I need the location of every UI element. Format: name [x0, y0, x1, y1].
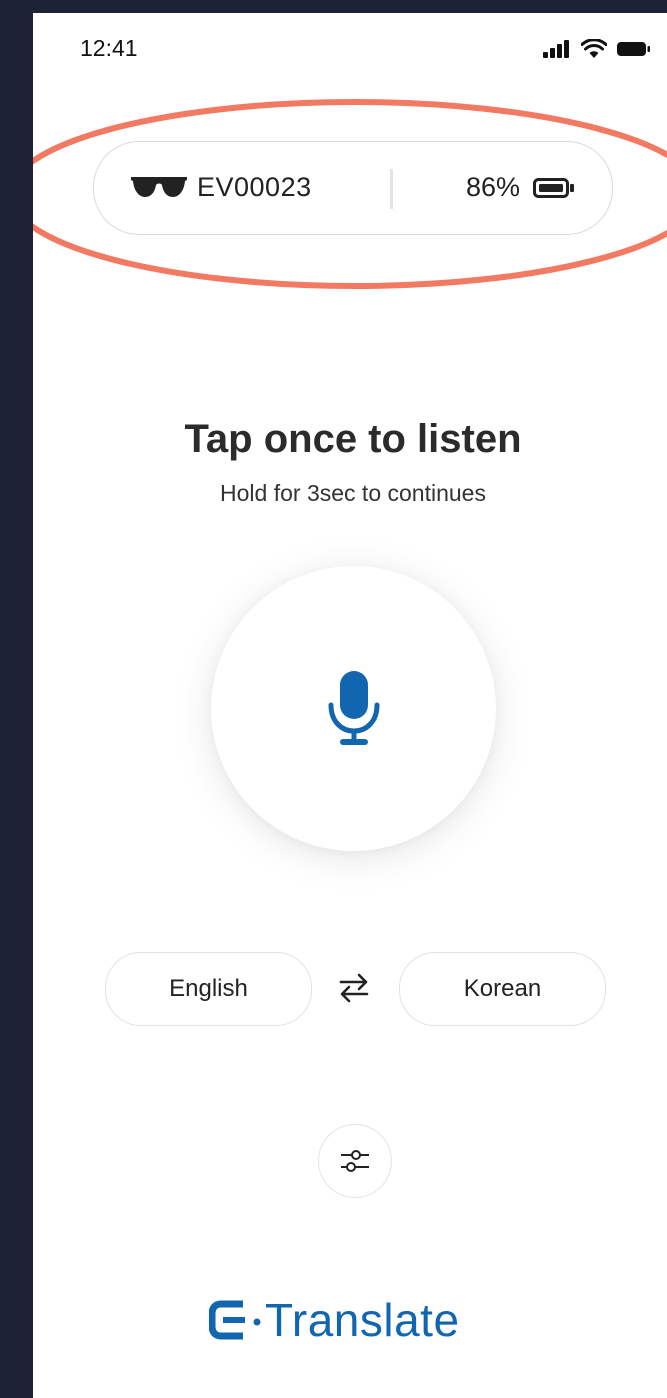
sunglasses-icon — [131, 177, 187, 197]
brand-name: Translate — [265, 1294, 460, 1346]
battery-icon — [617, 41, 650, 56]
status-time: 12:41 — [80, 35, 138, 61]
swap-arrows-icon[interactable] — [337, 973, 371, 1003]
status-icons — [543, 39, 651, 58]
wifi-icon — [581, 39, 607, 58]
sliders-icon — [341, 1150, 369, 1172]
pill-divider — [390, 169, 393, 209]
app-screen: 12:41 EV00023 86% Tap once to listen Hol… — [33, 13, 667, 1398]
battery-percent: 86% — [466, 172, 521, 202]
settings-button[interactable] — [318, 1124, 392, 1198]
microphone-icon — [328, 670, 379, 745]
target-language-button[interactable]: Korean — [399, 952, 606, 1026]
e-logo-icon — [209, 1300, 261, 1340]
source-language-label: English — [169, 975, 248, 1002]
target-language-label: Korean — [463, 975, 542, 1002]
brand-logo: Translate — [209, 1293, 460, 1347]
microphone-button[interactable] — [211, 566, 496, 851]
instruction-text: Hold for 3sec to continues — [220, 480, 486, 506]
battery-icon — [533, 178, 574, 198]
cellular-signal-icon — [543, 39, 569, 58]
device-status-pill[interactable]: EV00023 86% — [93, 141, 613, 235]
device-id: EV00023 — [197, 172, 312, 202]
status-bar: 12:41 — [33, 13, 667, 83]
source-language-button[interactable]: English — [105, 952, 312, 1026]
page-title: Tap once to listen — [184, 417, 522, 461]
